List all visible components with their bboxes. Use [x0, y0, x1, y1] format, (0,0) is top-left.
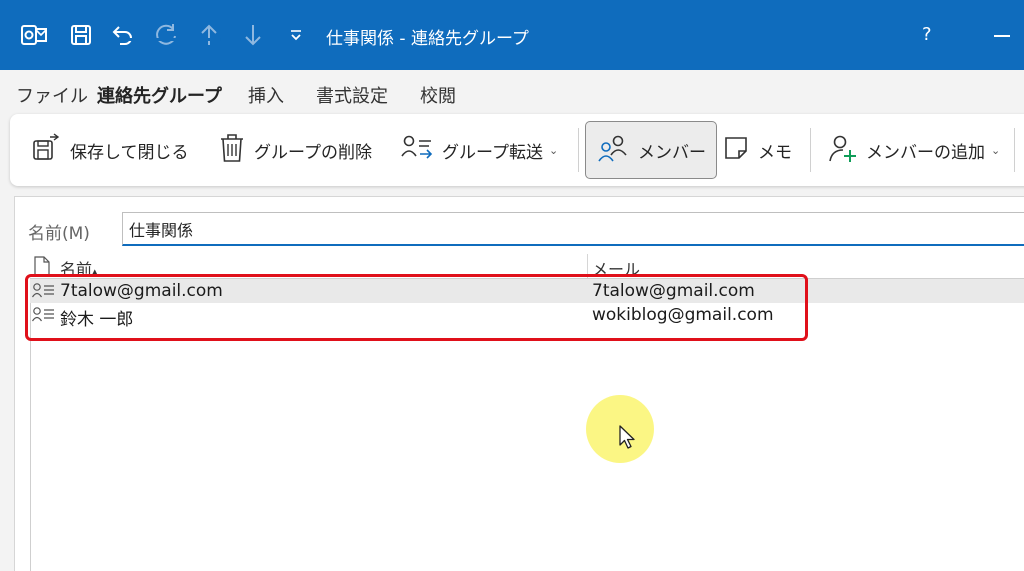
add-members-label: メンバーの追加	[866, 142, 985, 163]
active-tab-indicator	[97, 38, 221, 41]
delete-group-label: グループの削除	[254, 142, 372, 163]
notes-label: メモ	[758, 142, 792, 163]
members-button[interactable]: メンバー	[585, 121, 717, 179]
ribbon-divider	[810, 128, 811, 172]
chevron-down-icon: ⌄	[991, 143, 1001, 157]
tab-format[interactable]: 書式設定	[316, 82, 388, 108]
outlook-app-icon[interactable]	[20, 18, 48, 52]
save-icon[interactable]	[68, 18, 94, 52]
group-name-input[interactable]	[122, 212, 1024, 246]
members-label: メンバー	[638, 142, 706, 163]
window-title: 仕事関係 - 連絡先グループ	[326, 29, 529, 49]
notes-button[interactable]: メモ	[722, 122, 792, 178]
undo-icon[interactable]	[110, 18, 136, 52]
chevron-down-icon: ⌄	[548, 143, 559, 157]
help-button[interactable]: ?	[922, 24, 932, 45]
redo-icon[interactable]	[152, 18, 180, 52]
group-name-label: 名前(M)	[28, 224, 90, 244]
forward-group-button[interactable]: グループ転送 ⌄	[400, 122, 558, 178]
ribbon-divider	[1014, 128, 1015, 172]
save-close-button[interactable]: 保存して閉じる	[30, 122, 189, 178]
forward-group-label: グループ転送	[442, 142, 543, 163]
mouse-pointer-icon	[618, 425, 636, 455]
add-members-button[interactable]: メンバーの追加 ⌄	[828, 122, 1000, 178]
forward-group-icon	[400, 134, 434, 167]
tab-insert[interactable]: 挿入	[248, 82, 284, 108]
delete-group-button[interactable]: グループの削除	[218, 122, 372, 178]
up-arrow-icon[interactable]	[198, 18, 220, 52]
quick-access-dropdown-icon[interactable]	[288, 18, 304, 52]
note-icon	[722, 134, 750, 167]
minimize-button[interactable]	[994, 35, 1010, 37]
tab-contact-group[interactable]: 連絡先グループ	[97, 82, 222, 108]
highlight-annotation-box	[25, 274, 808, 341]
tab-review[interactable]: 校閲	[420, 82, 456, 108]
down-arrow-icon[interactable]	[242, 18, 264, 52]
ribbon-divider	[578, 128, 579, 172]
trash-icon	[218, 133, 246, 168]
add-person-icon	[828, 133, 858, 168]
save-close-label: 保存して閉じる	[70, 142, 189, 163]
members-icon	[596, 134, 630, 167]
save-close-icon	[30, 132, 62, 168]
tab-file[interactable]: ファイル	[16, 82, 88, 108]
